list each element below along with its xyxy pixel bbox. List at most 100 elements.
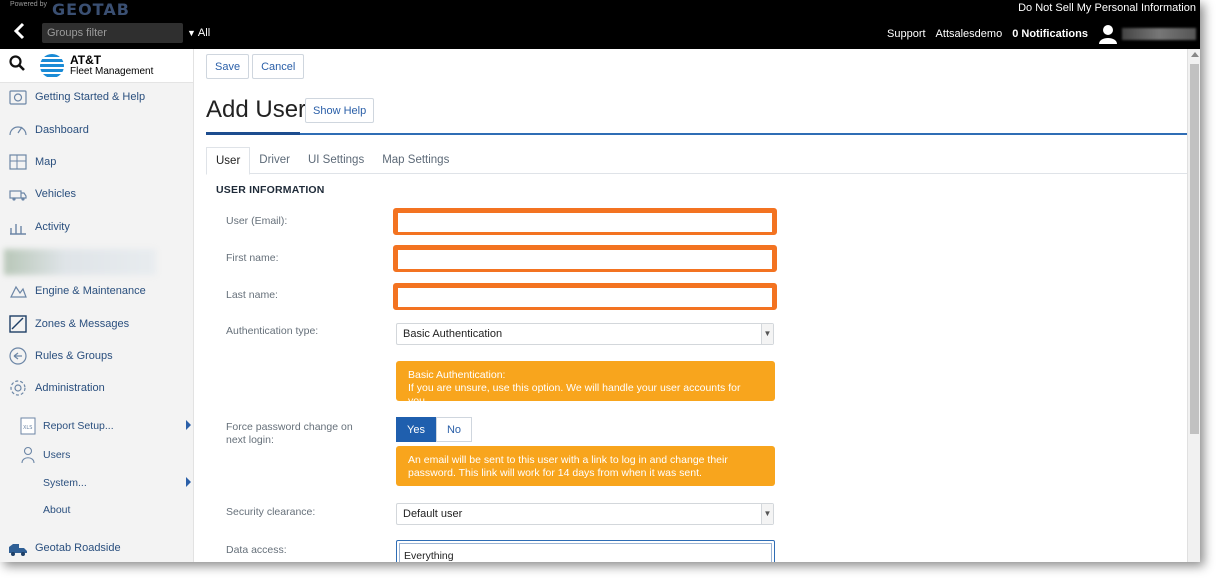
map-icon [9,154,27,170]
sidebar-item-getting-started[interactable]: Getting Started & Help [0,85,194,109]
top-navbar: ▼All Support Attsalesdemo 0 Notification… [0,18,1200,49]
scroll-up-arrow-icon[interactable] [1191,52,1199,57]
sidebar-item-label: Activity [35,221,70,233]
sidebar-item-label: Getting Started & Help [35,91,146,103]
yes-button[interactable]: Yes [396,417,436,442]
app-window: Powered by GEOTAB Do Not Sell My Persona… [0,0,1200,562]
sidebar-item-activity[interactable]: Activity [0,215,194,239]
back-arrow-icon[interactable] [8,22,30,44]
logo-line2: Fleet Management [70,65,154,77]
help-box-icon [9,90,27,105]
sidebar-item-map[interactable]: Map [0,150,194,174]
do-not-sell-link[interactable]: Do Not Sell My Personal Information [1018,2,1196,14]
user-email-field[interactable] [393,208,777,235]
user-email-input[interactable] [398,214,772,232]
force-password-info-text: An email will be sent to this user with … [408,454,728,479]
force-password-toggle: Yes No [396,417,473,442]
tab-bar: User Driver UI Settings Map Settings [206,147,1187,175]
first-name-label: First name: [226,252,279,264]
sidebar-item-label: Rules & Groups [35,350,113,362]
first-name-input[interactable] [398,251,772,269]
tab-user[interactable]: User [206,147,251,175]
sidebar-subitem-label: About [43,504,71,516]
chevron-right-icon [186,420,191,430]
tab-ui-settings[interactable]: UI Settings [299,147,373,174]
data-access-box[interactable]: Everything [396,540,775,562]
user-email-label: User (Email): [226,215,288,227]
sidebar-subitem-label: System... [43,477,87,489]
svg-text:XLS: XLS [23,425,32,431]
logo-line1: AT&T [70,52,102,67]
user-name-redacted[interactable] [1122,27,1196,40]
auth-info-text: If you are unsure, use this option. We w… [408,382,741,407]
chevron-down-icon[interactable]: ▼ [761,324,773,344]
geotab-logo: GEOTAB [52,0,130,19]
scroll-thumb[interactable] [1190,64,1199,434]
sidebar-item-label: Administration [35,382,105,394]
user-icon [21,446,35,464]
sidebar-header: AT&T Fleet Management [0,49,193,83]
att-globe-icon [40,53,64,78]
top-banner: Powered by GEOTAB Do Not Sell My Persona… [0,0,1200,19]
save-button[interactable]: Save [206,54,250,79]
title-divider [206,133,1187,135]
sidebar-item-dashboard[interactable]: Dashboard [0,118,194,142]
security-clearance-value: Default user [403,508,463,520]
sidebar-subitem-system[interactable]: System... [0,472,194,494]
auth-type-select[interactable]: Basic Authentication ▼ [396,323,774,345]
last-name-input[interactable] [398,289,772,307]
chevron-right-icon [186,477,191,487]
gear-icon [10,380,26,396]
sidebar-item-label: Map [35,156,57,168]
zone-icon [9,315,27,333]
sidebar-item-vehicles[interactable]: Vehicles [0,182,194,206]
page-title: Add User [206,96,307,123]
scrollbar[interactable] [1187,49,1200,562]
tab-map-settings[interactable]: Map Settings [373,147,458,174]
sidebar-item-zones[interactable]: Zones & Messages [0,312,194,336]
redacted-menu-item[interactable] [4,249,156,275]
bar-chart-icon [10,224,26,235]
tab-driver[interactable]: Driver [250,147,299,174]
sidebar-item-label: Engine & Maintenance [35,285,146,297]
auth-type-value: Basic Authentication [403,328,503,340]
caret-down-icon: ▼ [187,28,196,38]
auth-info-box: Basic Authentication: If you are unsure,… [396,361,775,407]
first-name-field[interactable] [393,245,777,272]
att-logo[interactable]: AT&T Fleet Management [40,52,154,78]
main-content: Save Cancel Add User Show Help User Driv… [195,49,1187,562]
sidebar-item-administration[interactable]: Administration [0,376,194,400]
security-clearance-select[interactable]: Default user ▼ [396,503,774,525]
sidebar-subitem-label: Users [43,449,71,461]
notifications-link[interactable]: 0 Notifications [1012,28,1088,40]
cancel-button[interactable]: Cancel [252,54,305,79]
all-groups-toggle[interactable]: ▼ All [187,27,210,39]
account-link[interactable]: Attsalesdemo [936,28,1003,40]
last-name-field[interactable] [393,283,777,310]
no-button[interactable]: No [435,417,473,442]
data-access-label: Data access: [226,544,287,556]
support-link[interactable]: Support [887,28,926,40]
sidebar-subitem-users[interactable]: Users [0,444,194,466]
chevron-down-icon[interactable]: ▼ [761,504,773,524]
sidebar-item-label: Vehicles [35,188,76,200]
data-access-value[interactable]: Everything [399,543,772,562]
sidebar-item-engine[interactable]: Engine & Maintenance [0,279,194,303]
auth-info-title: Basic Authentication: [408,369,506,381]
force-password-label: Force password change on next login: [226,421,353,446]
user-avatar-icon[interactable] [1098,24,1118,44]
sidebar-subitem-about[interactable]: About [0,499,194,521]
rules-icon [9,347,27,365]
force-password-info-box: An email will be sent to this user with … [396,446,775,486]
sidebar-subitem-report-setup[interactable]: XLS Report Setup... [0,415,194,437]
groups-filter-input[interactable] [42,23,183,43]
sidebar-item-roadside[interactable]: Geotab Roadside [0,536,194,560]
search-icon[interactable] [0,55,34,76]
sidebar-item-label: Zones & Messages [35,318,130,330]
show-help-button[interactable]: Show Help [305,98,375,123]
powered-by-text: Powered by [10,1,47,8]
last-name-label: Last name: [226,289,278,301]
sidebar-item-rules[interactable]: Rules & Groups [0,344,194,368]
top-right-menu: Support Attsalesdemo 0 Notifications [887,18,1200,49]
auth-type-label: Authentication type: [226,325,319,337]
